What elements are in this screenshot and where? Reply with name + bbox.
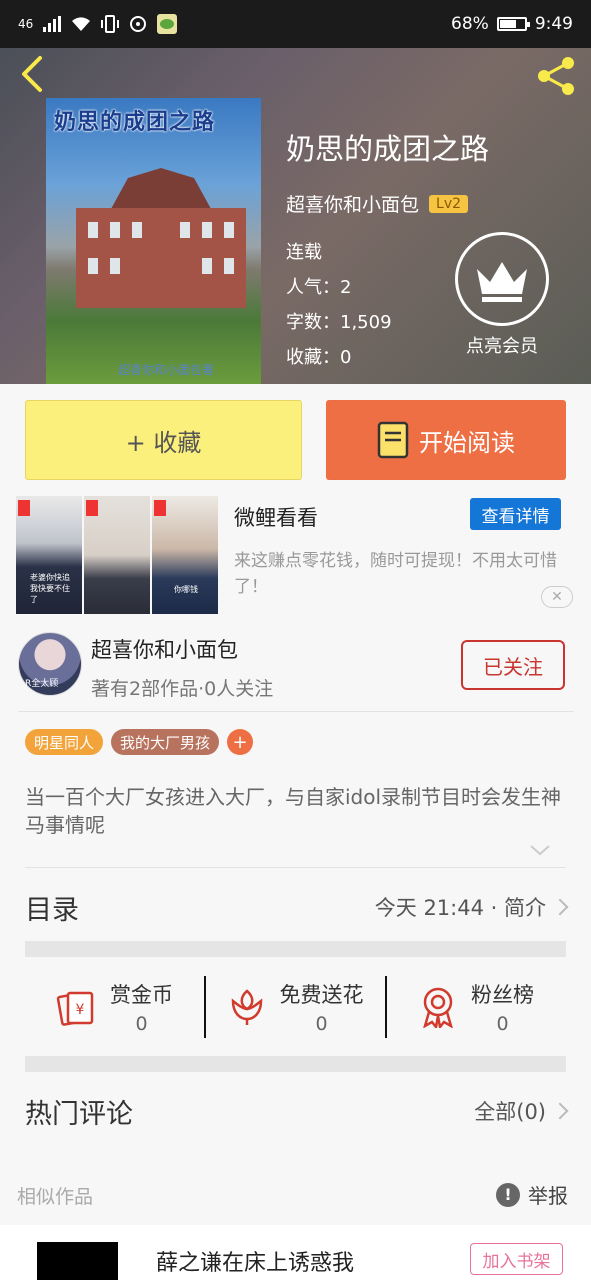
- fan-ranking-button[interactable]: 粉丝榜 0: [387, 972, 566, 1042]
- medal-icon: [423, 987, 453, 1028]
- free-flower-button[interactable]: 免费送花 0: [206, 972, 385, 1042]
- book-icon: [377, 421, 409, 459]
- start-reading-button[interactable]: 开始阅读: [326, 400, 566, 480]
- tag-star-fanfic[interactable]: 明星同人: [25, 729, 104, 755]
- recommend-title[interactable]: 薛之谦在床上诱惑我: [156, 1245, 354, 1277]
- synopsis: 当一百个大厂女孩进入大厂，与自家idol录制节目时会发生神马事情呢: [25, 785, 562, 837]
- book-cover[interactable]: 奶思的成团之路 超喜你和小面包著: [46, 98, 261, 384]
- back-icon[interactable]: [16, 54, 46, 94]
- ad-thumb-2: [84, 496, 150, 614]
- status-bar: 46 68% 9:49: [0, 0, 591, 48]
- clock: 9:49: [534, 14, 573, 34]
- author-level-badge: Lv2: [429, 194, 469, 213]
- author-stats: 著有2部作品·0人关注: [91, 678, 274, 700]
- book-author-line: 超喜你和小面包 Lv2: [286, 190, 489, 217]
- author-card[interactable]: R全太顾 超喜你和小面包 著有2部作品·0人关注 已关注: [18, 632, 574, 710]
- cover-title: 奶思的成团之路: [54, 110, 216, 135]
- ad-details-button[interactable]: 查看详情: [470, 498, 561, 530]
- ad-close-button[interactable]: ✕: [541, 586, 573, 608]
- cover-author: 超喜你和小面包著: [118, 363, 215, 377]
- favorite-button[interactable]: + 收藏: [25, 400, 302, 480]
- avatar[interactable]: R全太顾: [18, 632, 82, 696]
- battery-percent: 68%: [451, 14, 489, 34]
- flower-icon: [231, 989, 262, 1025]
- expand-chevron-icon[interactable]: [528, 842, 552, 858]
- ad-thumb-3: 你哪钱: [152, 496, 218, 614]
- alert-icon: !: [496, 1182, 520, 1207]
- cover-building: [76, 208, 246, 308]
- vibrate-icon: [101, 15, 120, 33]
- similar-works-label: 相似作品: [17, 1186, 94, 1208]
- catalog-update: 今天 21:44 · 简介: [375, 892, 569, 922]
- share-icon[interactable]: [535, 54, 579, 98]
- report-label: 举报: [528, 1184, 568, 1208]
- red-envelope-icon: ¥: [56, 991, 94, 1026]
- crown-icon: [455, 232, 549, 326]
- recommend-item[interactable]: 薛之谦在床上诱惑我 加入书架: [0, 1225, 591, 1280]
- wechat-notification-icon: [157, 14, 178, 34]
- chevron-right-icon: [551, 1102, 569, 1120]
- add-tag-button[interactable]: +: [227, 729, 254, 755]
- follow-button[interactable]: 已关注: [461, 640, 565, 690]
- start-reading-label: 开始阅读: [419, 428, 515, 457]
- section-separator: [25, 1056, 566, 1072]
- battery-icon: [496, 17, 530, 31]
- app-notification-icon: [130, 16, 147, 32]
- ad-banner[interactable]: 老婆你快追我快要不住了 你哪钱 微鲤看看 查看详情 来这赚点零花钱，随时可提现！…: [16, 496, 576, 618]
- signal-bars-icon: [43, 16, 62, 32]
- divider: [18, 711, 574, 712]
- catalog-title: 目录: [25, 894, 79, 926]
- book-title: 奶思的成团之路: [286, 132, 490, 166]
- hot-comments-title: 热门评论: [25, 1098, 133, 1130]
- ad-thumbnails: 老婆你快追我快要不住了 你哪钱: [16, 496, 218, 614]
- recommend-cover[interactable]: [37, 1242, 118, 1280]
- ad-title: 微鲤看看: [234, 506, 318, 530]
- book-header: 奶思的成团之路 超喜你和小面包著 奶思的成团之路 超喜你和小面包 Lv2 连载 …: [0, 48, 591, 384]
- ad-thumb-1: 老婆你快追我快要不住了: [16, 496, 82, 614]
- wifi-icon: [72, 17, 91, 31]
- chevron-right-icon: [551, 898, 569, 916]
- tag-produce[interactable]: 我的大厂男孩: [111, 729, 220, 755]
- hot-comments-row[interactable]: 热门评论 全部(0): [25, 1086, 569, 1136]
- report-button[interactable]: ! 举报: [496, 1180, 568, 1209]
- ad-description: 来这赚点零花钱，随时可提现！不用太可惜了！: [234, 551, 557, 597]
- book-author[interactable]: 超喜你和小面包: [286, 190, 419, 217]
- vip-label: 点亮会员: [466, 336, 538, 357]
- tag-list: 明星同人 我的大厂男孩 +: [25, 729, 254, 755]
- svg-text:¥: ¥: [76, 1002, 85, 1018]
- signal-icon: 46: [18, 17, 34, 31]
- vip-button[interactable]: 点亮会员: [455, 232, 549, 358]
- catalog-row[interactable]: 目录 今天 21:44 · 简介: [25, 882, 569, 932]
- section-separator: [25, 941, 566, 957]
- add-to-shelf-button[interactable]: 加入书架: [470, 1243, 563, 1275]
- reward-coins-button[interactable]: ¥ 赏金币 0: [25, 972, 204, 1042]
- reward-stats: ¥ 赏金币 0 免费送花 0 粉丝榜 0: [25, 972, 566, 1042]
- divider: [25, 867, 566, 868]
- all-comments-link[interactable]: 全部(0): [474, 1096, 569, 1126]
- author-name: 超喜你和小面包: [91, 638, 238, 662]
